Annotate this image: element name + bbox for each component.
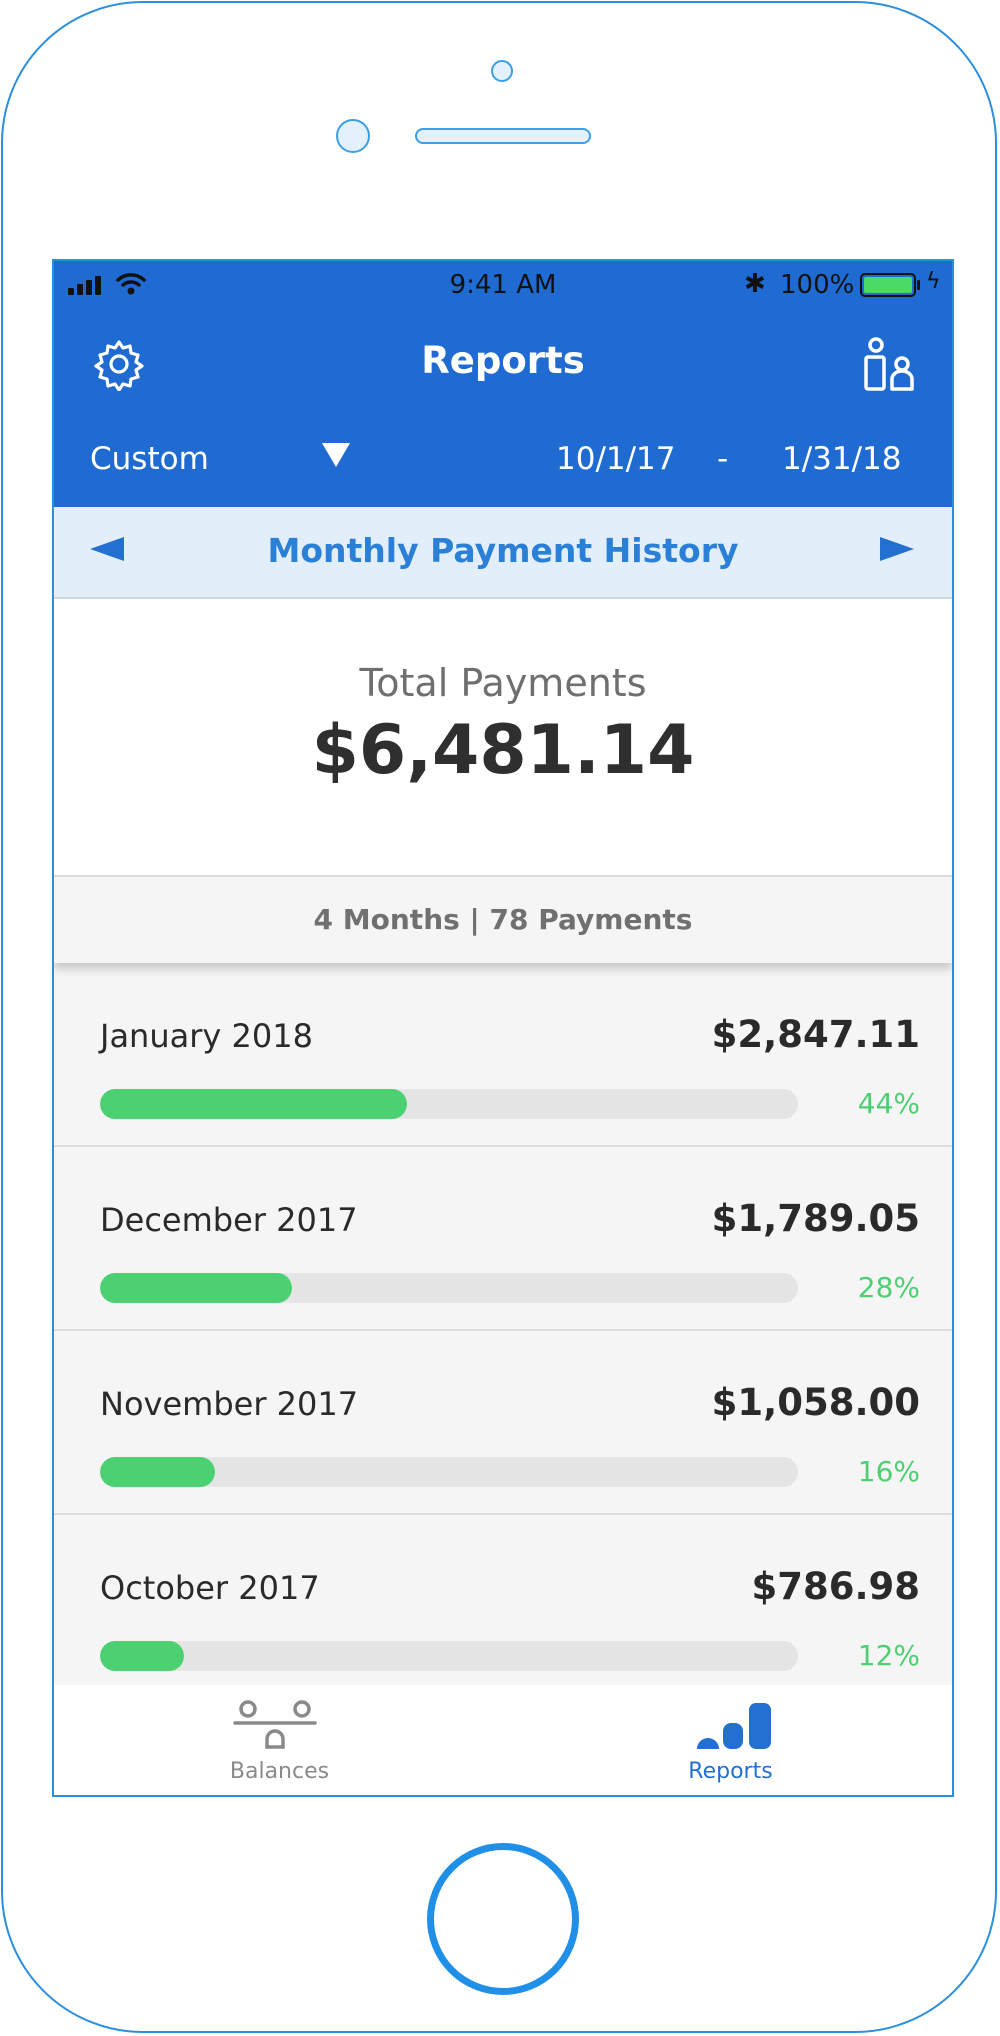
date-range-bar: Custom 10/1/17 - 1/31/18 — [54, 411, 952, 507]
month-percent: 28% — [857, 1271, 920, 1304]
total-amount: $6,481.14 — [311, 711, 695, 790]
progress-track — [100, 1641, 798, 1671]
progress-track — [100, 1089, 798, 1119]
month-name: October 2017 — [100, 1569, 320, 1607]
range-start-date[interactable]: 10/1/17 — [556, 441, 676, 477]
tab-balances[interactable]: Balances — [54, 1685, 505, 1795]
battery-icon — [860, 273, 916, 297]
progress-track — [100, 1273, 798, 1303]
page-title: Reports — [421, 339, 585, 382]
month-percent: 44% — [857, 1087, 920, 1120]
battery-percent: 100% — [780, 270, 855, 300]
total-label: Total Payments — [359, 661, 647, 705]
earpiece-speaker — [415, 128, 591, 144]
month-name: November 2017 — [100, 1385, 359, 1423]
tab-label: Reports — [688, 1759, 773, 1784]
balance-scale-icon — [233, 1700, 317, 1749]
dropdown-triangle-icon[interactable] — [320, 439, 352, 469]
progress-track — [100, 1457, 798, 1487]
bluetooth-icon: ✱ — [744, 269, 766, 299]
progress-fill — [100, 1273, 292, 1303]
people-icon[interactable] — [860, 335, 920, 395]
month-amount: $1,789.05 — [711, 1197, 920, 1240]
progress-fill — [100, 1641, 184, 1671]
summary-counts: 4 Months | 78 Payments — [313, 903, 693, 936]
proximity-sensor — [491, 60, 513, 82]
month-percent: 16% — [857, 1455, 920, 1488]
month-row[interactable]: January 2018 $2,847.11 44% — [54, 963, 952, 1147]
progress-fill — [100, 1089, 408, 1119]
front-camera — [336, 119, 370, 153]
month-amount: $1,058.00 — [711, 1381, 920, 1424]
month-name: January 2018 — [100, 1017, 313, 1055]
battery-tip — [917, 280, 920, 290]
range-preset-select[interactable]: Custom — [90, 441, 209, 477]
status-bar: 9:41 AM ✱ 100% ϟ — [54, 261, 952, 311]
app-screen: 9:41 AM ✱ 100% ϟ Reports Custom 10/1/17 … — [52, 259, 954, 1797]
month-percent: 12% — [857, 1639, 920, 1672]
month-amount: $2,847.11 — [711, 1013, 920, 1056]
range-separator: - — [717, 441, 729, 477]
next-report-arrow-icon[interactable] — [880, 537, 914, 561]
tab-label: Balances — [229, 1759, 330, 1784]
phone-frame: 9:41 AM ✱ 100% ϟ Reports Custom 10/1/17 … — [1, 1, 997, 2033]
month-row[interactable]: December 2017 $1,789.05 28% — [54, 1147, 952, 1331]
progress-fill — [100, 1457, 216, 1487]
summary-counts-bar: 4 Months | 78 Payments — [54, 875, 952, 963]
month-list: January 2018 $2,847.11 44% December 2017… — [54, 963, 952, 1699]
tab-reports[interactable]: Reports — [505, 1685, 952, 1795]
total-summary: Total Payments $6,481.14 — [54, 599, 952, 875]
charging-icon: ϟ — [926, 269, 941, 294]
month-row[interactable]: October 2017 $786.98 12% — [54, 1515, 952, 1699]
report-title: Monthly Payment History — [267, 531, 739, 570]
nav-bar: Reports — [54, 311, 952, 411]
month-amount: $786.98 — [751, 1565, 920, 1608]
month-row[interactable]: November 2017 $1,058.00 16% — [54, 1331, 952, 1515]
range-end-date[interactable]: 1/31/18 — [782, 441, 902, 477]
report-selector: Monthly Payment History — [54, 507, 952, 599]
home-button[interactable] — [427, 1843, 579, 1995]
month-name: December 2017 — [100, 1201, 358, 1239]
tab-bar: Balances Reports — [54, 1685, 952, 1795]
bar-chart-icon — [697, 1703, 771, 1749]
